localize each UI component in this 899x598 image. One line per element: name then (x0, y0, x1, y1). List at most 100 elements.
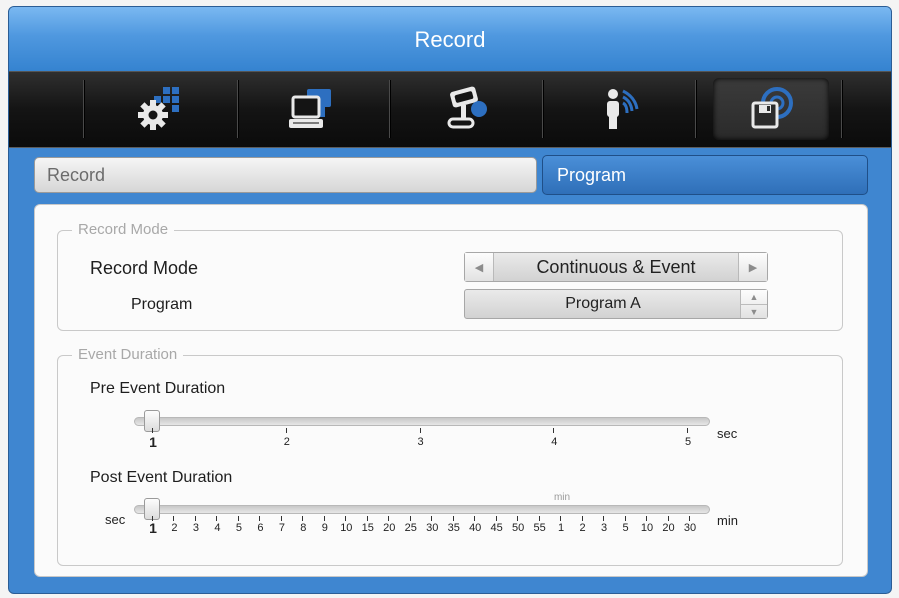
program-selector[interactable]: Program A ▲ ▼ (464, 289, 768, 319)
pre-event-tick-label: 1 (149, 434, 157, 450)
toolbar-record-button[interactable] (713, 78, 829, 140)
section-tabs: Record Program (34, 155, 868, 199)
post-event-slider-track[interactable] (134, 505, 710, 514)
chevron-down-icon[interactable]: ▼ (741, 305, 767, 319)
chevron-right-icon: ▶ (748, 261, 758, 274)
record-mode-group: Record Mode Record Mode ◀ Continuous & E… (57, 221, 843, 331)
post-event-tick (409, 516, 411, 521)
toolbar-separator (237, 80, 238, 138)
record-mode-legend: Record Mode (72, 221, 175, 238)
post-event-tick-label: 10 (340, 522, 353, 534)
main-toolbar (9, 71, 891, 148)
chevron-up-icon[interactable]: ▲ (741, 290, 767, 305)
post-event-tick (667, 516, 669, 521)
post-event-tick-label: 4 (214, 522, 221, 534)
post-event-tick-label: 3 (192, 522, 200, 534)
program-label: Program (131, 296, 193, 313)
pre-event-tick (285, 428, 287, 433)
post-event-tick-label: 55 (533, 522, 546, 534)
record-mode-next-button[interactable]: ▶ (738, 253, 767, 281)
post-event-tick (345, 516, 347, 521)
toolbar-ptz-button[interactable] (407, 78, 523, 140)
pre-event-tick (553, 428, 555, 433)
post-event-tick (259, 516, 261, 521)
post-event-tick (280, 516, 282, 521)
toolbar-event-button[interactable] (561, 78, 677, 140)
post-event-tick (194, 516, 196, 521)
post-event-tick (474, 516, 476, 521)
ptz-joystick-icon (447, 86, 487, 129)
post-event-tick (302, 516, 304, 521)
post-event-tick (495, 516, 497, 521)
post-event-label: Post Event Duration (90, 469, 233, 486)
post-event-tick (366, 516, 368, 521)
post-event-tick-label: 2 (579, 522, 586, 534)
post-event-tick (560, 516, 562, 521)
post-event-tick-label: 25 (404, 522, 417, 534)
post-event-tick-label: 1 (149, 520, 157, 536)
event-duration-group: Event Duration Pre Event Duration 12345 … (57, 346, 843, 566)
tab-program[interactable]: Program (542, 155, 868, 195)
record-mode-value: Continuous & Event (536, 257, 696, 277)
toolbar-network-button[interactable] (255, 78, 371, 140)
toolbar-system-button[interactable] (103, 78, 219, 140)
post-event-tick (517, 516, 519, 521)
post-event-tick-label: 2 (171, 522, 178, 534)
window-title: Record (9, 7, 891, 71)
post-event-tick (431, 516, 433, 521)
post-event-tick-label: 7 (278, 522, 285, 534)
post-event-tick (237, 516, 239, 521)
toolbar-separator (542, 80, 543, 138)
record-mode-label: Record Mode (90, 258, 199, 278)
post-event-tick-label: 15 (361, 522, 374, 534)
post-event-tick-label: 20 (383, 522, 396, 534)
post-event-tick-label: 5 (235, 522, 242, 534)
pre-event-tick (152, 428, 153, 433)
post-event-tick (581, 516, 583, 521)
post-event-unit: min (717, 513, 738, 528)
toolbar-separator (695, 80, 696, 138)
post-event-tick-label: 8 (300, 522, 307, 534)
post-event-tick-label: 30 (683, 522, 697, 534)
pre-event-tick-label: 3 (417, 436, 424, 448)
toolbar-separator (389, 80, 390, 138)
pre-event-tick-label: 2 (283, 436, 290, 448)
pre-event-tick-label: 5 (684, 436, 692, 448)
post-event-sec-unit: sec (105, 512, 126, 527)
record-mode-selector[interactable]: ◀ Continuous & Event ▶ (464, 252, 768, 282)
post-event-tick-label: 5 (622, 522, 629, 534)
pre-event-slider-track[interactable] (134, 417, 710, 426)
toolbar-separator (841, 80, 842, 138)
post-event-tick (388, 516, 390, 521)
pre-event-unit: sec (717, 426, 738, 441)
post-event-tick-label: 35 (447, 522, 460, 534)
post-event-tick-label: 9 (321, 522, 328, 534)
post-event-tick (624, 516, 626, 521)
event-person-icon (607, 89, 639, 129)
post-event-tick (216, 516, 218, 521)
post-event-tick-label: 45 (490, 522, 503, 534)
record-mode-prev-button[interactable]: ◀ (465, 253, 494, 281)
pre-event-label: Pre Event Duration (90, 380, 226, 397)
post-event-tick-label: 40 (469, 522, 482, 534)
post-event-tick-label: 50 (512, 522, 525, 534)
post-event-tick (603, 516, 605, 521)
toolbar-separator (83, 80, 84, 138)
chevron-left-icon: ◀ (474, 261, 484, 274)
post-event-tick-label: 3 (601, 522, 608, 534)
post-event-tick-label: 6 (257, 522, 264, 534)
post-event-tick-label: 30 (426, 522, 439, 534)
post-event-tick (689, 516, 690, 521)
pre-event-tick (419, 428, 421, 433)
post-event-min-marker: min (553, 492, 571, 503)
post-event-tick (646, 516, 648, 521)
post-event-tick (538, 516, 540, 521)
post-event-tick-label: 20 (662, 522, 675, 534)
settings-panel: Record Mode Record Mode ◀ Continuous & E… (34, 204, 868, 577)
program-value: Program A (565, 295, 641, 312)
program-stepper[interactable]: ▲ ▼ (740, 290, 767, 318)
post-event-tick-label: 1 (558, 522, 565, 534)
post-event-tick (323, 516, 325, 521)
tab-record[interactable]: Record (34, 157, 537, 193)
pre-event-tick-label: 4 (551, 436, 558, 448)
